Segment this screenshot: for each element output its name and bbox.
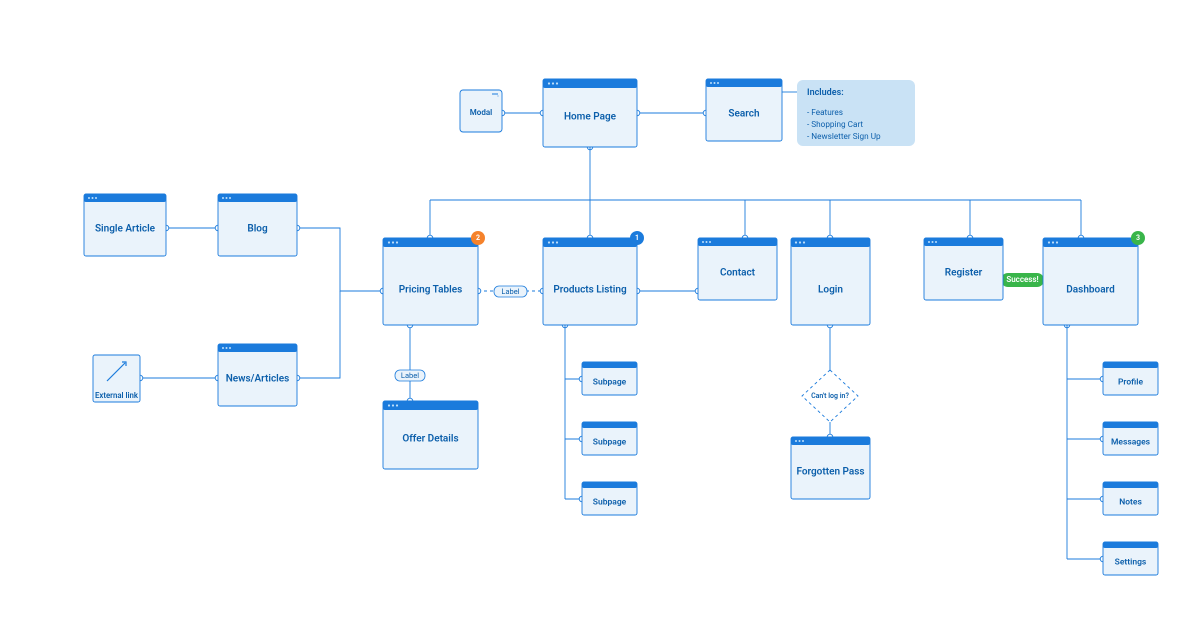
node-settings-label: Settings — [1115, 557, 1147, 567]
node-offer-label: Offer Details — [402, 434, 458, 445]
node-single-article[interactable]: Single Article — [84, 194, 166, 256]
node-single-article-label: Single Article — [95, 224, 156, 235]
node-products-label: Products Listing — [553, 285, 627, 296]
node-forgotten-label: Forgotten Pass — [796, 467, 864, 478]
decision-cant-login[interactable]: Can't log in? — [802, 370, 858, 422]
conn-blog-pricing — [297, 228, 383, 291]
node-dashboard[interactable]: Dashboard 3 — [1043, 231, 1145, 325]
callout-includes: Includes: - Features - Shopping Cart - N… — [797, 80, 915, 146]
node-contact[interactable]: Contact — [698, 238, 777, 300]
node-login[interactable]: Login — [791, 238, 870, 325]
node-register-label: Register — [945, 268, 983, 279]
node-settings[interactable]: Settings — [1103, 542, 1158, 575]
node-notes-label: Notes — [1119, 497, 1142, 507]
node-news[interactable]: News/Articles — [218, 344, 297, 406]
node-blog-label: Blog — [247, 224, 268, 235]
node-notes[interactable]: Notes — [1103, 482, 1158, 515]
badge-pricing-text: 2 — [476, 234, 480, 242]
node-modal[interactable]: Modal — [460, 90, 502, 132]
callout-item-0: - Features — [807, 108, 843, 118]
node-search-label: Search — [728, 109, 760, 120]
node-register[interactable]: Register — [924, 238, 1003, 300]
chip-label-1-text: Label — [501, 287, 519, 296]
node-subpage-2[interactable]: Subpage — [582, 422, 637, 455]
node-subpage-3-label: Subpage — [593, 497, 627, 507]
node-dashboard-label: Dashboard — [1066, 285, 1115, 296]
node-pricing-label: Pricing Tables — [399, 285, 463, 296]
node-offer-details[interactable]: Offer Details — [383, 401, 478, 469]
node-subpage-1-label: Subpage — [593, 377, 627, 387]
node-profile[interactable]: Profile — [1103, 362, 1158, 395]
node-login-label: Login — [818, 285, 843, 296]
node-messages[interactable]: Messages — [1103, 422, 1158, 455]
decision-label: Can't log in? — [811, 392, 849, 400]
node-profile-label: Profile — [1118, 377, 1143, 387]
callout-item-2: - Newsletter Sign Up — [807, 132, 881, 142]
node-news-label: News/Articles — [226, 374, 290, 385]
node-forgotten[interactable]: Forgotten Pass — [791, 437, 870, 499]
success-chip-text: Success! — [1006, 275, 1038, 284]
chip-label-2-text: Label — [401, 371, 419, 380]
node-contact-label: Contact — [720, 268, 756, 279]
node-products[interactable]: Products Listing 1 — [543, 231, 644, 325]
node-home-label: Home Page — [564, 112, 617, 123]
node-home[interactable]: Home Page — [543, 79, 637, 147]
node-subpage-2-label: Subpage — [593, 437, 627, 447]
node-subpage-3[interactable]: Subpage — [582, 482, 637, 515]
node-external-label: External link — [95, 391, 139, 400]
badge-dashboard-text: 3 — [1136, 234, 1140, 242]
callout-title: Includes: — [807, 88, 844, 98]
node-blog[interactable]: Blog — [218, 194, 297, 256]
callout-item-1: - Shopping Cart — [807, 120, 863, 130]
node-external-link[interactable]: External link — [93, 355, 140, 402]
badge-products-text: 1 — [635, 234, 639, 242]
conn-news-pricing — [297, 291, 340, 378]
node-search[interactable]: Search — [706, 79, 782, 141]
node-subpage-1[interactable]: Subpage — [582, 362, 637, 395]
node-messages-label: Messages — [1111, 437, 1151, 447]
node-modal-label: Modal — [470, 108, 492, 117]
sitemap-canvas[interactable]: Label Label Success! Modal Home Page — [0, 0, 1200, 636]
node-pricing[interactable]: Pricing Tables 2 — [383, 231, 485, 325]
